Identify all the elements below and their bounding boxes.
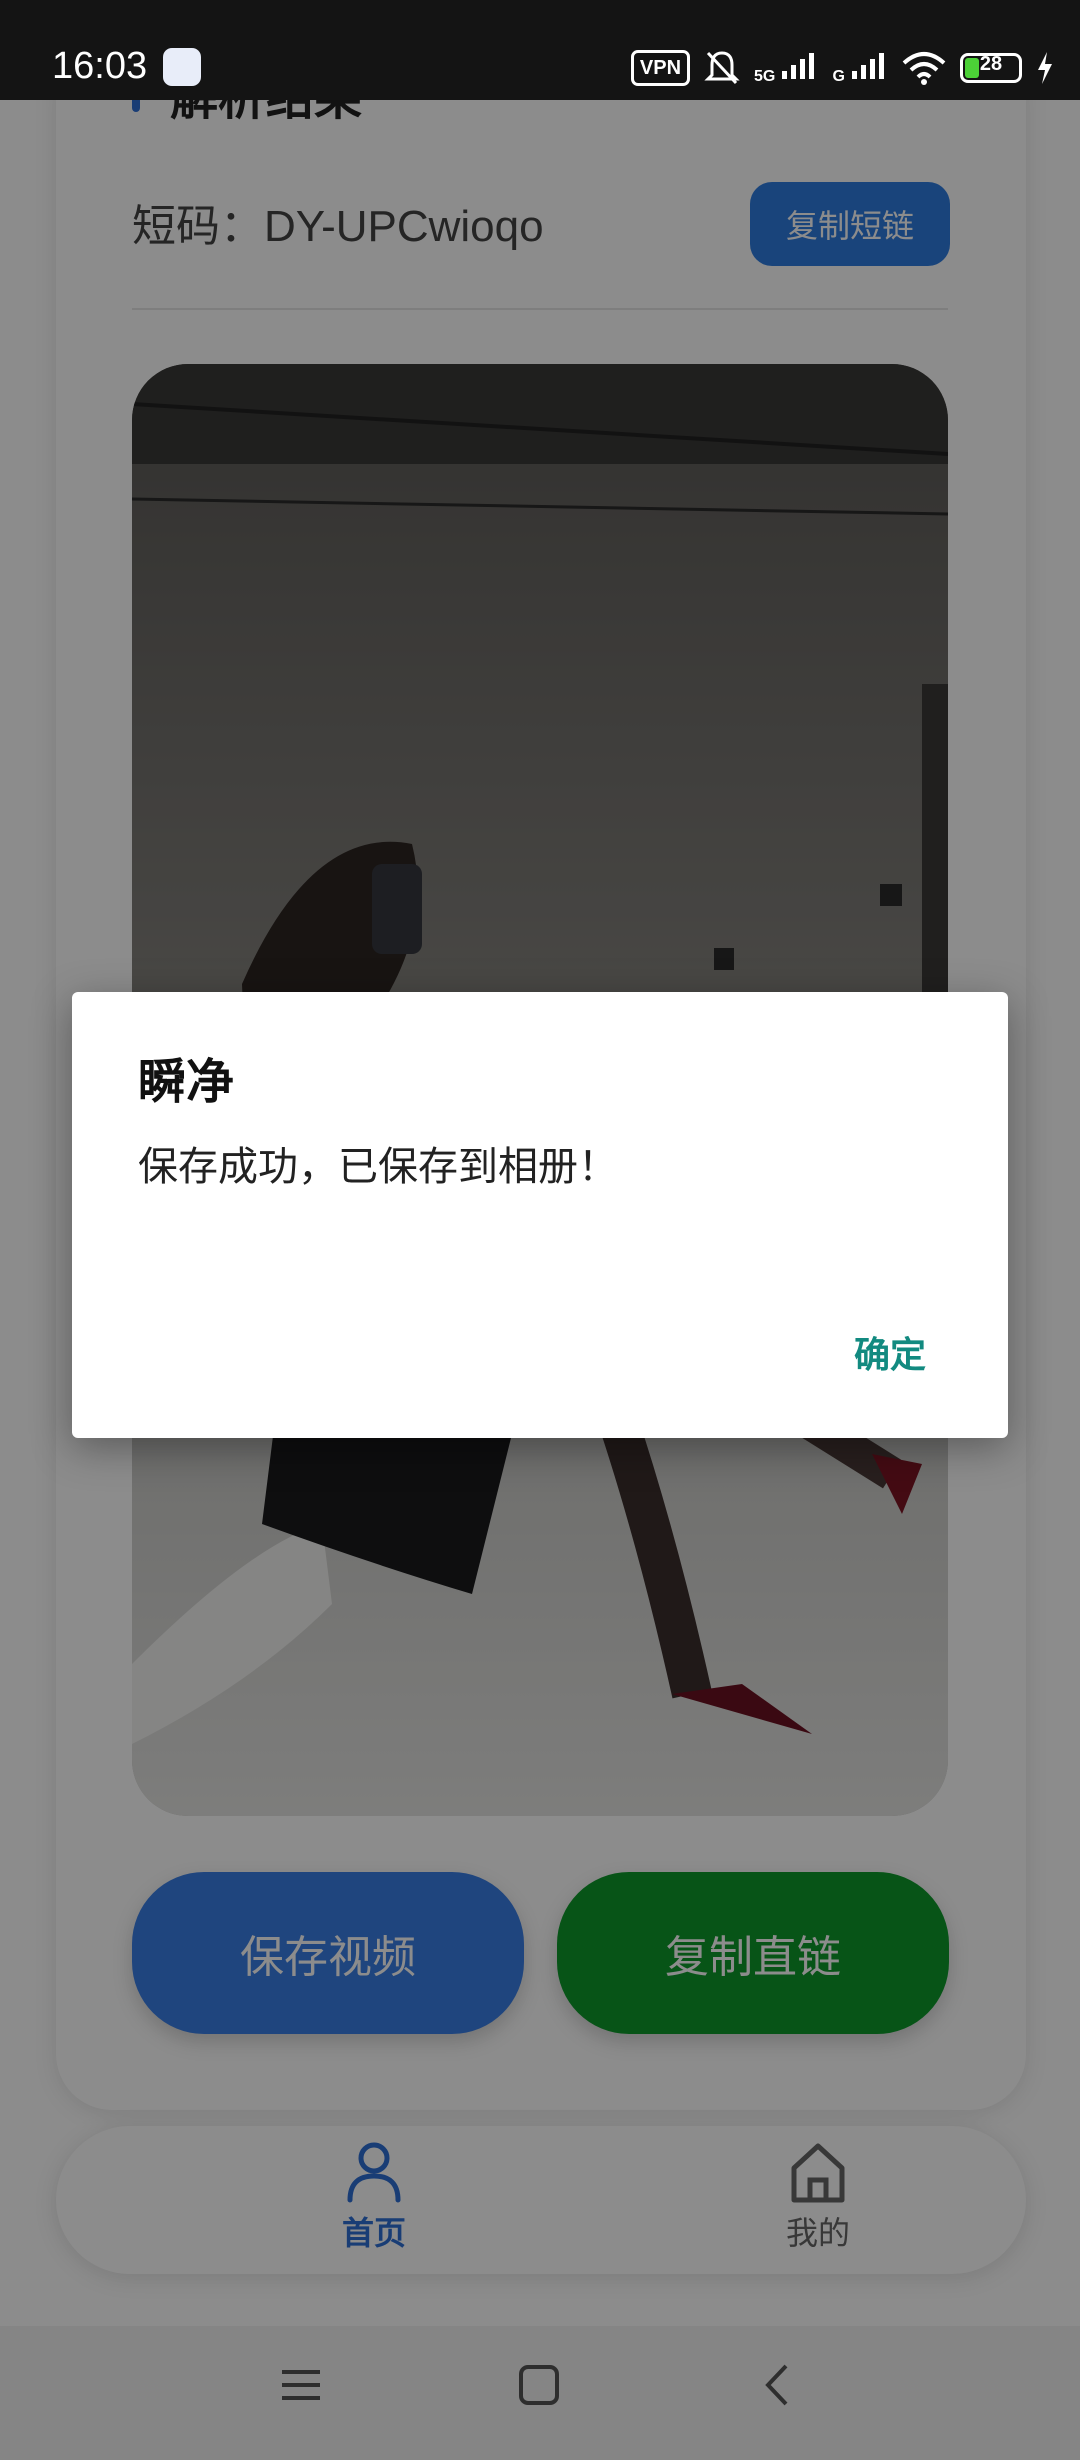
dialog-message: 保存成功，已保存到相册！ [138, 1144, 618, 1190]
bell-muted-icon [704, 51, 740, 85]
alert-dialog: 瞬净 保存成功，已保存到相册！ 确定 [72, 992, 1008, 1438]
status-bar: 16:03 VPN 5G G 28 [0, 0, 1080, 100]
wifi-icon [902, 52, 946, 85]
dialog-ok-button[interactable]: 确定 [854, 1326, 926, 1378]
status-icons: VPN 5G G 28 [630, 44, 1054, 92]
vpn-icon: VPN [630, 50, 691, 86]
charging-icon [1038, 52, 1052, 84]
cell-signal-1-icon: 5G [754, 51, 818, 86]
battery-level: 28 [979, 53, 1003, 75]
dialog-title: 瞬净 [138, 1054, 235, 1110]
battery-icon: 28 [960, 53, 1022, 83]
status-time: 16:03 [52, 45, 148, 87]
app-notification-icon [163, 48, 201, 86]
cell-signal-2-icon: G [832, 51, 888, 86]
